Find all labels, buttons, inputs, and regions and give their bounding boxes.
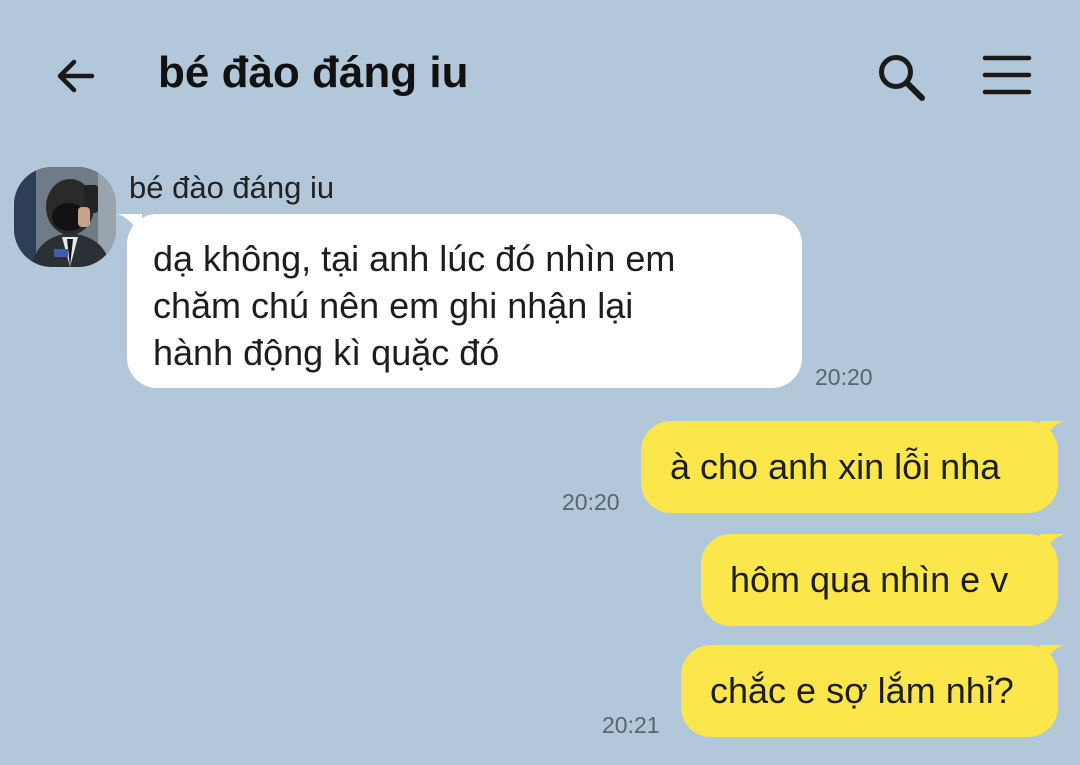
outgoing-message-bubble[interactable]: à cho anh xin lỗi nha xyxy=(641,421,1058,513)
hamburger-menu-icon xyxy=(982,55,1032,95)
message-text-line: hành động kì quặc đó xyxy=(153,332,500,373)
outgoing-message-bubble[interactable]: chắc e sợ lắm nhỉ? xyxy=(681,645,1058,737)
menu-button[interactable] xyxy=(976,48,1038,102)
message-text-line: dạ không, tại anh lúc đó nhìn em xyxy=(153,238,676,279)
message-timestamp: 20:20 xyxy=(815,364,873,390)
outgoing-message-bubble[interactable]: hôm qua nhìn e v xyxy=(701,534,1058,626)
message-text-line: chăm chú nên em ghi nhận lại xyxy=(153,285,634,326)
message-timestamp: 20:21 xyxy=(602,712,660,738)
search-icon xyxy=(879,55,925,101)
message-text: chắc e sợ lắm nhỉ? xyxy=(710,670,1014,711)
sender-name: bé đào đáng iu xyxy=(129,170,335,205)
chat-header: bé đào đáng iu xyxy=(0,0,1080,150)
incoming-message-bubble[interactable]: dạ không, tại anh lúc đó nhìn em chăm ch… xyxy=(127,214,802,388)
contact-avatar[interactable] xyxy=(14,167,116,267)
search-button[interactable] xyxy=(872,48,930,106)
bubble-tail xyxy=(1040,645,1064,671)
bubble-tail xyxy=(1040,421,1064,447)
message-text: hôm qua nhìn e v xyxy=(730,559,1009,600)
message-timestamp: 20:20 xyxy=(562,489,620,515)
profile-photo xyxy=(14,167,116,267)
back-button[interactable] xyxy=(48,48,104,104)
chat-title: bé đào đáng iu xyxy=(158,48,469,97)
message-text: à cho anh xin lỗi nha xyxy=(670,446,1001,487)
bubble-tail xyxy=(118,214,142,240)
arrow-left-icon xyxy=(57,59,95,93)
bubble-tail xyxy=(1040,534,1064,560)
